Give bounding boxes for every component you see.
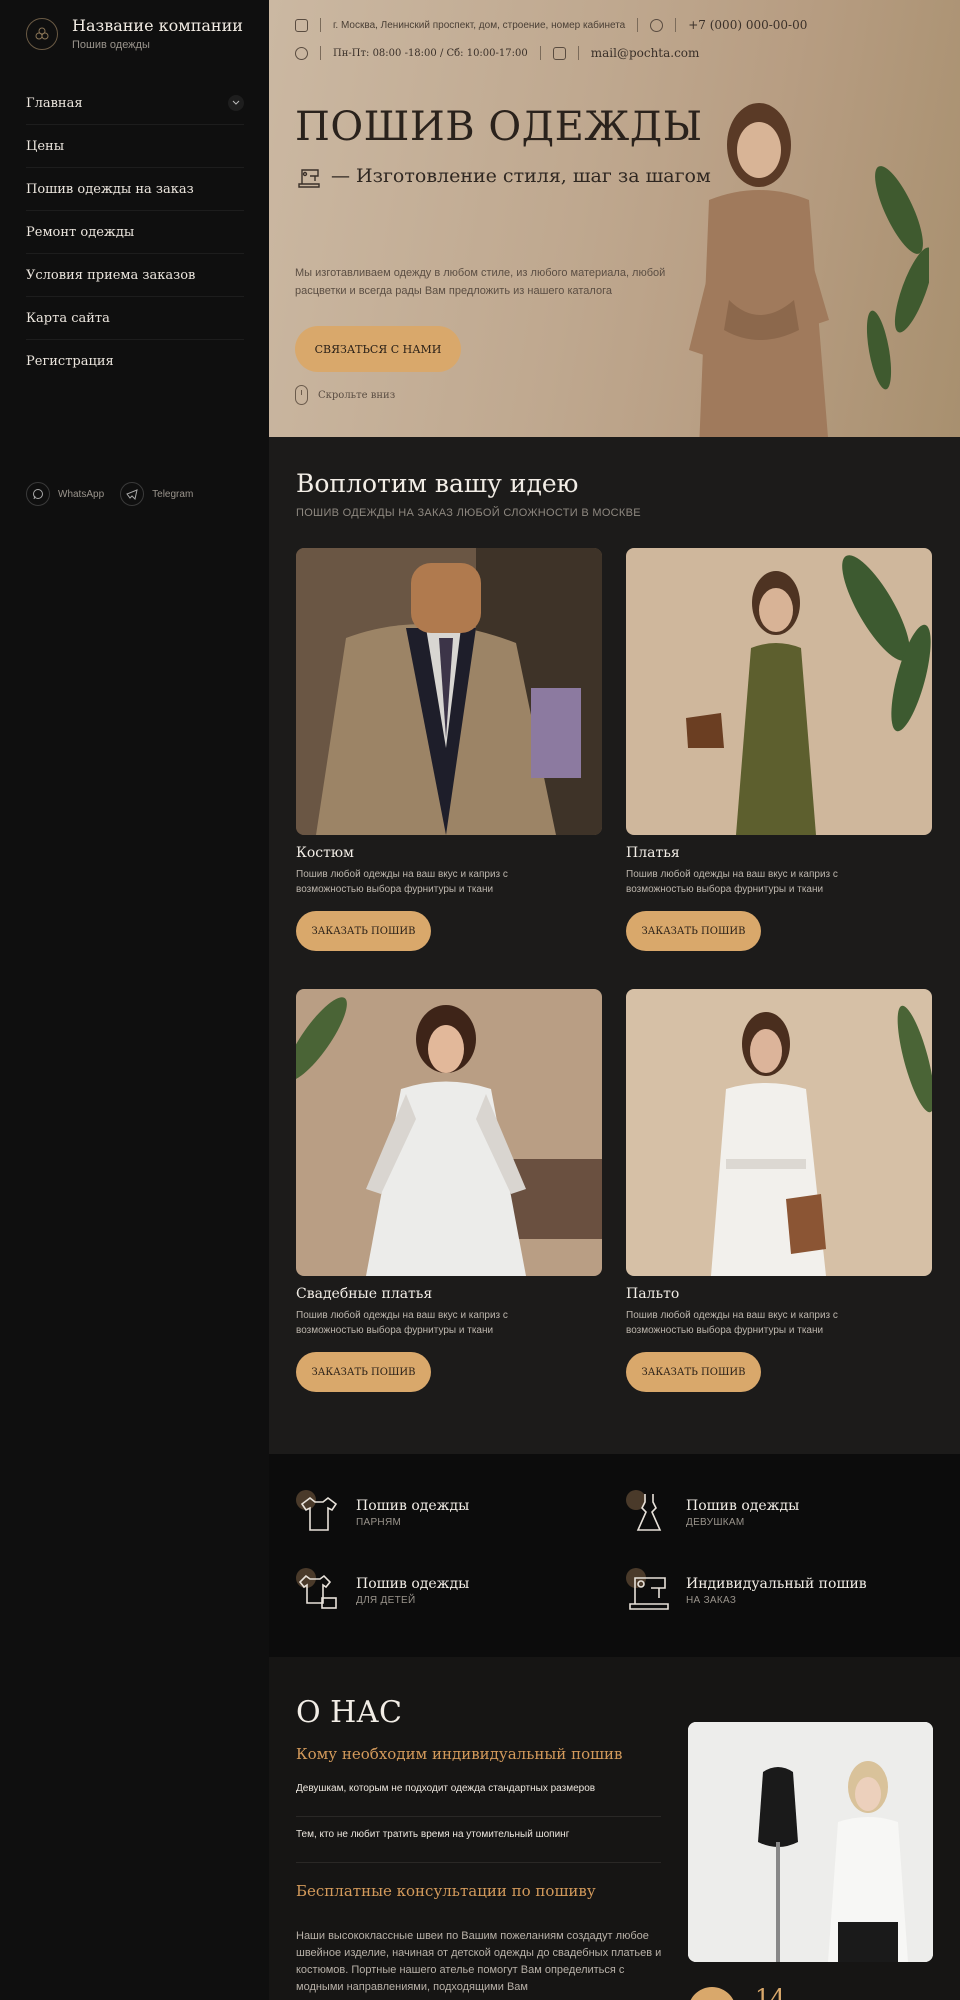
card-title: Свадебные платья	[296, 1286, 433, 1302]
brand[interactable]: Название компании Пошив одежды	[26, 16, 243, 51]
about-text: Наши высококлассные швеи по Вашим пожела…	[296, 1930, 662, 1993]
nav-item-order-terms[interactable]: Условия приема заказов	[26, 254, 244, 297]
hero-subtitle-row: — Изготовление стиля, шаг за шагом	[295, 162, 711, 190]
brand-subtitle: Пошив одежды	[72, 39, 150, 51]
service-title: Пошив одежды	[356, 1498, 470, 1514]
service-subtitle: ДЛЯ ДЕТЕЙ	[356, 1595, 416, 1606]
nav-item-repair[interactable]: Ремонт одежды	[26, 211, 244, 254]
hero-subtitle: — Изготовление стиля, шаг за шагом	[331, 165, 711, 187]
order-button[interactable]: ЗАКАЗАТЬ ПОШИВ	[626, 911, 761, 951]
card-title: Костюм	[296, 845, 354, 861]
whatsapp-icon	[26, 482, 50, 506]
nav-item-label: Пошив одежды на заказ	[26, 181, 194, 197]
contact-email[interactable]: mail@pochta.com	[591, 46, 700, 60]
phone-icon	[650, 18, 664, 32]
service-title: Пошив одежды	[356, 1576, 470, 1592]
contact-address: г. Москва, Ленинский проспект, дом, стро…	[333, 19, 626, 31]
services-section: Пошив одежды ПАРНЯМ Пошив одежды ДЕВУШКАМ …	[269, 1454, 960, 1657]
service-title: Индивидуальный пошив	[686, 1576, 867, 1592]
sewing-machine-icon	[626, 1568, 672, 1614]
service-item-men[interactable]: Пошив одежды ПАРНЯМ	[296, 1490, 469, 1536]
about-list-item: Тем, кто не любит тратить время на утоми…	[296, 1827, 661, 1863]
product-card-dresses: Платья Пошив любой одежды на ваш вкус и …	[626, 548, 932, 951]
product-card-suit: Костюм Пошив любой одежды на ваш вкус и …	[296, 548, 602, 951]
kids-clothes-icon	[296, 1568, 342, 1614]
nav-item-label: Главная	[26, 95, 83, 111]
building-icon	[295, 18, 308, 32]
sewing-machine-icon	[298, 169, 320, 188]
service-subtitle: ДЕВУШКАМ	[686, 1517, 745, 1528]
nav-item-custom-tailoring[interactable]: Пошив одежды на заказ	[26, 168, 244, 211]
card-title: Пальто	[626, 1286, 680, 1302]
experience-number: 14	[755, 1984, 786, 2000]
service-subtitle: ПАРНЯМ	[356, 1517, 402, 1528]
suit-image	[296, 548, 602, 835]
scroll-label: Скрольте вниз	[318, 389, 396, 401]
service-title: Пошив одежды	[686, 1498, 800, 1514]
order-button[interactable]: ЗАКАЗАТЬ ПОШИВ	[296, 911, 431, 951]
nav-item-label: Условия приема заказов	[26, 267, 196, 283]
hero-title: ПОШИВ ОДЕЖДЫ	[295, 104, 703, 150]
scroll-hint[interactable]: Скрольте вниз	[295, 385, 395, 405]
product-card-wedding-dresses: Свадебные платья Пошив любой одежды на в…	[296, 989, 602, 1392]
clock-icon	[295, 46, 308, 60]
nav-item-label: Цены	[26, 138, 65, 154]
whatsapp-link[interactable]: WhatsApp	[26, 482, 104, 506]
order-button[interactable]: ЗАКАЗАТЬ ПОШИВ	[296, 1352, 431, 1392]
product-card-coat: Пальто Пошив любой одежды на ваш вкус и …	[626, 989, 932, 1392]
nav-item-label: Регистрация	[26, 354, 114, 369]
dress-image	[626, 548, 932, 835]
contact-bar: г. Москва, Ленинский проспект, дом, стро…	[295, 14, 935, 64]
card-title: Платья	[626, 845, 680, 861]
contact-phone[interactable]: +7 (000) 000-00-00	[688, 18, 807, 32]
telegram-link[interactable]: Telegram	[120, 482, 193, 506]
experience-badge	[688, 1987, 736, 2000]
nav-item-sitemap[interactable]: Карта сайта	[26, 297, 244, 340]
telegram-label: Telegram	[152, 488, 194, 500]
about-heading-who: Кому необходим индивидуальный пошив	[296, 1745, 623, 1763]
logo-icon	[26, 18, 58, 50]
shirt-icon	[296, 1490, 342, 1536]
service-item-women[interactable]: Пошив одежды ДЕВУШКАМ	[626, 1490, 799, 1536]
whatsapp-label: WhatsApp	[58, 488, 105, 500]
about-heading-consult: Бесплатные консультации по пошиву	[296, 1882, 596, 1900]
ideas-section: Воплотим вашу идею ПОШИВ ОДЕЖДЫ НА ЗАКАЗ…	[269, 437, 960, 1454]
dress-icon	[626, 1490, 672, 1536]
card-description: Пошив любой одежды на ваш вкус и каприз …	[296, 869, 508, 895]
contact-us-button[interactable]: СВЯЗАТЬСЯ С НАМИ	[295, 326, 461, 372]
nav-item-label: Карта сайта	[26, 310, 110, 326]
service-item-kids[interactable]: Пошив одежды ДЛЯ ДЕТЕЙ	[296, 1568, 469, 1614]
tailor-image	[688, 1722, 933, 1962]
wedding-dress-image	[296, 989, 602, 1276]
card-description: Пошив любой одежды на ваш вкус и каприз …	[296, 1310, 508, 1336]
about-section: О НАС Кому необходим индивидуальный поши…	[269, 1657, 960, 2000]
section-title: Воплотим вашу идею	[296, 469, 579, 498]
hero-description: Мы изготавливаем одежду в любом стиле, и…	[295, 267, 666, 297]
nav-item-register[interactable]: Регистрация	[26, 340, 244, 383]
section-subtitle: ПОШИВ ОДЕЖДЫ НА ЗАКАЗ ЛЮБОЙ СЛОЖНОСТИ В …	[296, 507, 641, 519]
card-description: Пошив любой одежды на ваш вкус и каприз …	[626, 869, 838, 895]
about-title: О НАС	[296, 1695, 402, 1730]
service-subtitle: НА ЗАКАЗ	[686, 1595, 737, 1606]
sidebar: Название компании Пошив одежды Главная Ц…	[0, 0, 269, 2000]
main-nav: Главная Цены Пошив одежды на заказ Ремон…	[26, 82, 244, 383]
card-description: Пошив любой одежды на ваш вкус и каприз …	[626, 1310, 838, 1336]
social-links: WhatsApp Telegram	[26, 482, 199, 506]
nav-item-prices[interactable]: Цены	[26, 125, 244, 168]
service-item-custom[interactable]: Индивидуальный пошив НА ЗАКАЗ	[626, 1568, 867, 1614]
mail-icon	[552, 46, 566, 60]
chevron-down-icon[interactable]	[228, 95, 244, 111]
nav-item-label: Ремонт одежды	[26, 224, 135, 240]
brand-name: Название компании	[72, 16, 243, 35]
mouse-icon	[295, 385, 308, 405]
order-button[interactable]: ЗАКАЗАТЬ ПОШИВ	[626, 1352, 761, 1392]
about-list-item: Девушкам, которым не подходит одежда ста…	[296, 1781, 661, 1817]
contact-hours: Пн-Пт: 08:00 -18:00 / Сб: 10:00-17:00	[333, 47, 528, 59]
hero-section: г. Москва, Ленинский проспект, дом, стро…	[269, 0, 960, 437]
telegram-icon	[120, 482, 145, 506]
nav-item-home[interactable]: Главная	[26, 82, 244, 125]
coat-image	[626, 989, 932, 1276]
